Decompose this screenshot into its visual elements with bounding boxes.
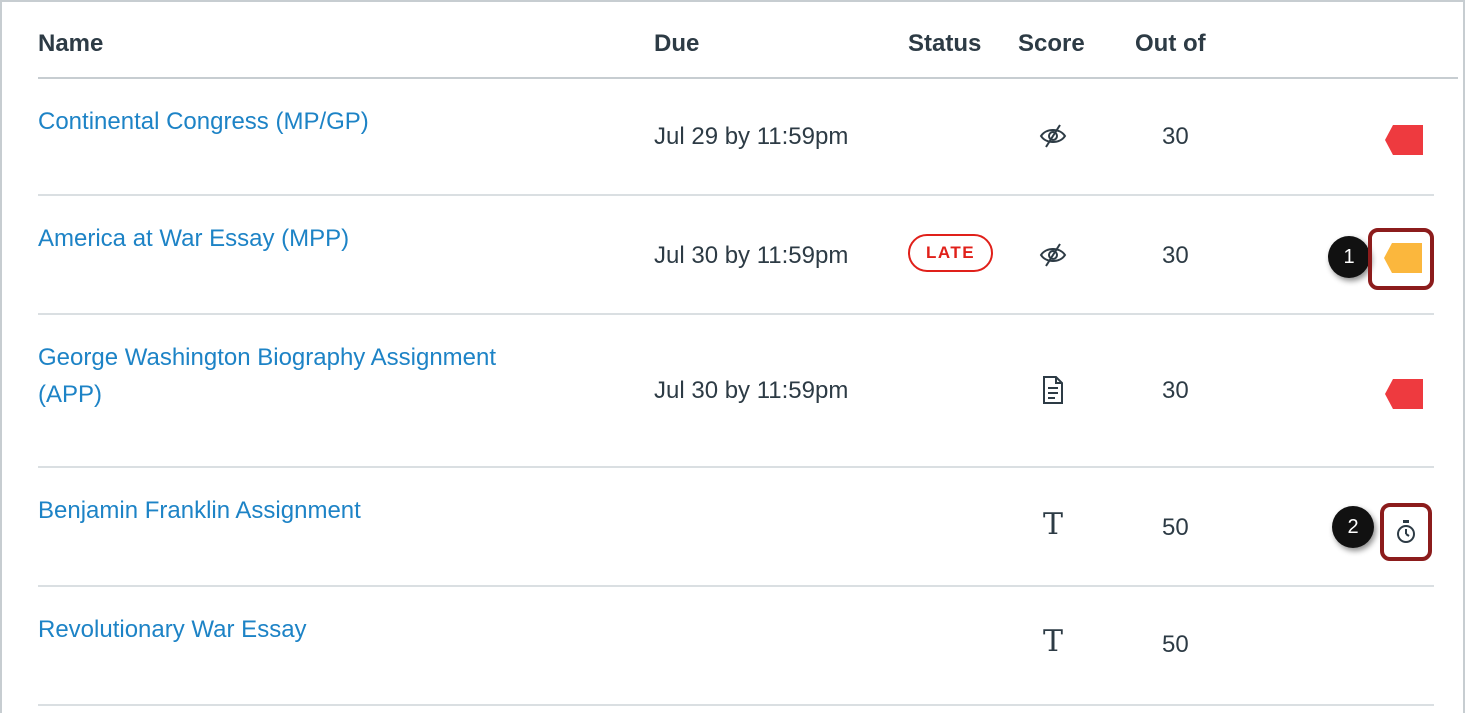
column-header-score[interactable]: Score: [1018, 30, 1085, 58]
due-date: Jul 29 by 11:59pm: [654, 123, 849, 150]
points-possible: 30: [1162, 377, 1189, 404]
text-entry-icon: T: [1042, 624, 1063, 659]
assignment-link[interactable]: Revolutionary War Essay: [38, 611, 307, 648]
callout-badge: 2: [1332, 506, 1374, 548]
assignment-link[interactable]: Benjamin Franklin Assignment: [38, 492, 361, 529]
column-header-due[interactable]: Due: [654, 30, 699, 58]
text-entry-icon: T: [1042, 507, 1063, 542]
points-possible: 30: [1162, 123, 1189, 150]
column-header-out-of[interactable]: Out of: [1135, 30, 1206, 58]
assignment-link[interactable]: George Washington Biography Assignment (…: [38, 339, 496, 413]
assignment-link-line1: George Washington Biography Assignment: [38, 344, 497, 371]
document-icon: [1038, 375, 1068, 405]
eye-slash-icon: [1038, 121, 1068, 151]
eye-slash-icon: [1038, 240, 1068, 270]
flag-icon[interactable]: [1384, 243, 1424, 278]
table-row: Continental Congress (MP/GP) Jul 29 by 1…: [38, 79, 1434, 196]
late-status-badge: LATE: [908, 234, 994, 272]
stopwatch-icon[interactable]: [1395, 520, 1417, 549]
table-row: Benjamin Franklin Assignment T 50 2: [38, 468, 1434, 587]
flag-icon: [1385, 125, 1425, 160]
callout-badge: 1: [1328, 236, 1370, 278]
column-header-status[interactable]: Status: [908, 30, 981, 58]
points-possible: 30: [1162, 242, 1189, 269]
assignment-link[interactable]: America at War Essay (MPP): [38, 220, 349, 257]
due-date: Jul 30 by 11:59pm: [654, 377, 849, 404]
due-date: Jul 30 by 11:59pm: [654, 242, 849, 269]
table-row: Revolutionary War Essay T 50: [38, 587, 1434, 706]
points-possible: 50: [1162, 631, 1189, 658]
points-possible: 50: [1162, 514, 1189, 541]
table-row: America at War Essay (MPP) Jul 30 by 11:…: [38, 196, 1434, 315]
assignment-link-line2: (APP): [38, 381, 103, 408]
table-row: George Washington Biography Assignment (…: [38, 315, 1434, 468]
table-header: Name Due Status Score Out of: [38, 0, 1458, 79]
column-header-name[interactable]: Name: [38, 30, 103, 58]
flag-icon: [1385, 379, 1425, 414]
assignment-link[interactable]: Continental Congress (MP/GP): [38, 103, 369, 140]
